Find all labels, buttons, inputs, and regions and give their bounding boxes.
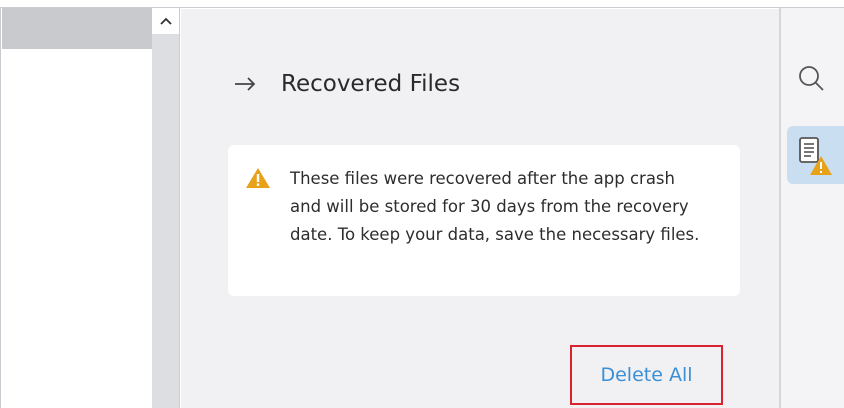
chevron-up-icon	[160, 17, 172, 25]
vertical-scrollbar[interactable]	[152, 8, 180, 408]
warning-card: These files were recovered after the app…	[228, 145, 740, 296]
scroll-track[interactable]	[152, 34, 180, 408]
recovered-files-warning-icon	[799, 137, 832, 175]
recovered-files-tool-button[interactable]	[787, 126, 844, 184]
right-toolbar	[781, 8, 844, 408]
warning-message: These files were recovered after the app…	[290, 169, 700, 244]
document-panel[interactable]	[0, 8, 153, 408]
search-icon	[799, 66, 824, 91]
delete-all-button[interactable]: Delete All	[570, 345, 723, 405]
top-border	[0, 0, 844, 8]
warning-triangle-icon	[246, 168, 270, 188]
search-button[interactable]	[797, 64, 827, 94]
scrollbar-edge	[179, 8, 180, 408]
scroll-up-button[interactable]	[152, 8, 180, 34]
recovered-files-panel: Recovered Files These files were recover…	[181, 9, 779, 408]
collapse-panel-button[interactable]	[231, 72, 259, 96]
app-window: Recovered Files These files were recover…	[0, 0, 844, 408]
arrow-right-icon	[235, 77, 256, 91]
panel-header: Recovered Files	[231, 69, 460, 99]
panel-title: Recovered Files	[281, 71, 461, 97]
selected-row[interactable]	[2, 8, 153, 49]
